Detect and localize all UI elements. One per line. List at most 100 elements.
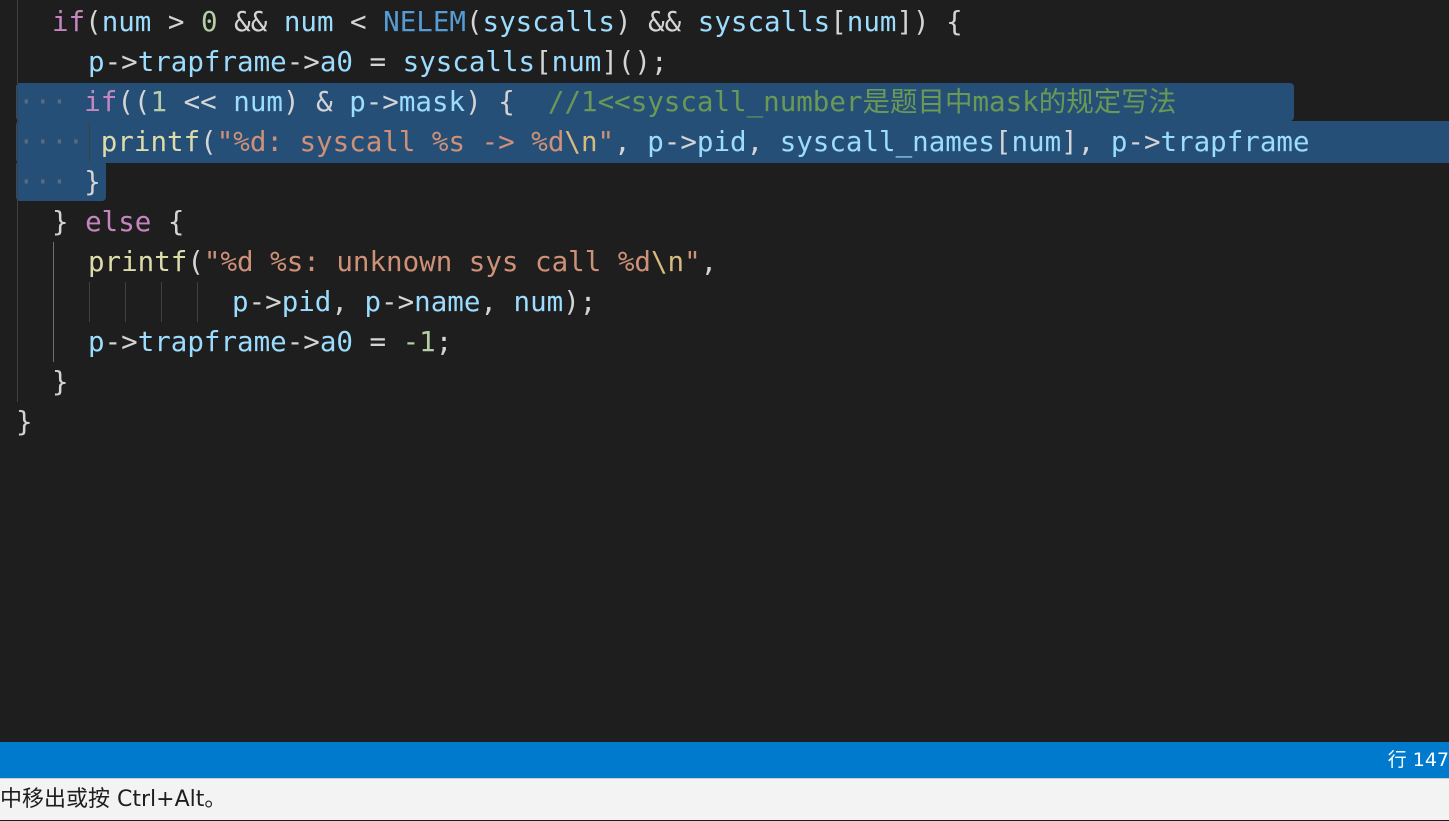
code-token: num [101, 6, 152, 38]
code-token: printf [100, 126, 201, 158]
code-token: syscalls [402, 46, 536, 78]
code-string: " [597, 126, 615, 158]
indent-guide [161, 282, 162, 322]
code-line[interactable]: } else { [52, 202, 184, 242]
code-line[interactable]: p->pid, p->name, num); [232, 282, 596, 322]
code-token: else [85, 206, 152, 238]
hint-text: 中移出或按 Ctrl+Alt。 [0, 787, 227, 812]
code-token: ( [85, 6, 102, 38]
code-token: -> [286, 46, 320, 78]
code-token: } [52, 206, 86, 238]
code-token: > [151, 6, 202, 38]
code-token: , [614, 126, 648, 158]
code-token: syscall_names [779, 126, 995, 158]
code-token: ], [1061, 126, 1111, 158]
code-token: [ [994, 126, 1012, 158]
code-token: printf [88, 246, 188, 278]
code-token: if [84, 86, 118, 118]
code-token: syscalls [482, 6, 615, 38]
status-bar: 行 147 [0, 742, 1449, 778]
code-token: -> [286, 326, 320, 358]
code-line[interactable]: p->trapframe->a0 = -1; [88, 322, 452, 362]
code-token: } [84, 166, 101, 198]
code-token: ](); [601, 46, 668, 78]
code-token: [ [535, 46, 552, 78]
code-token: num [551, 46, 602, 78]
code-token: num [1011, 126, 1062, 158]
code-token: num [846, 6, 897, 38]
code-token: trapframe [137, 326, 287, 358]
code-token: ) & [282, 86, 350, 118]
indent-guide [197, 282, 198, 322]
code-token: NELEM [383, 6, 466, 38]
cursor-position[interactable]: 行 147 [1388, 742, 1449, 778]
whitespace-marker: ··· [18, 86, 68, 118]
whitespace-marker: ···· [18, 126, 85, 158]
code-token: -> [663, 126, 697, 158]
code-token: \n [650, 246, 685, 278]
code-token: [ [830, 6, 847, 38]
code-token: ) { [465, 86, 548, 118]
code-token: -> [1127, 126, 1161, 158]
code-string: "%d: syscall %s -> %d [216, 126, 565, 158]
code-token: syscalls [697, 6, 831, 38]
code-token: mask [398, 86, 466, 118]
code-token: a0 [319, 46, 353, 78]
code-token: pid [696, 126, 747, 158]
code-token: < [333, 6, 384, 38]
code-token: p [647, 126, 664, 158]
code-token: name [414, 286, 481, 318]
whitespace-marker: ··· [18, 166, 68, 198]
code-token: -> [104, 326, 138, 358]
code-token: if [52, 6, 86, 38]
code-line[interactable]: ···· printf("%d: syscall %s -> %d\n", p-… [18, 122, 1310, 162]
code-token: ( [200, 126, 217, 158]
code-token: -1 [402, 326, 436, 358]
code-token: , [480, 286, 514, 318]
code-token: -> [248, 286, 282, 318]
code-string: " [684, 246, 701, 278]
code-token: p [88, 46, 105, 78]
code-token: -> [104, 46, 138, 78]
code-line[interactable]: } [52, 362, 69, 402]
code-token: p [1110, 126, 1128, 158]
indent-guide [125, 282, 126, 322]
code-token: -> [365, 86, 399, 118]
code-token: a0 [319, 326, 353, 358]
hint-bar: 中移出或按 Ctrl+Alt。 [0, 778, 1449, 820]
code-line[interactable]: ··· } [18, 162, 101, 202]
code-editor[interactable]: if(num > 0 && num < NELEM(syscalls) && s… [0, 0, 1449, 742]
code-token: \n [564, 126, 598, 158]
code-line[interactable]: p->trapframe->a0 = syscalls[num](); [88, 42, 668, 82]
code-token: && [217, 6, 284, 38]
code-token: = [352, 326, 403, 358]
code-token: , [700, 246, 718, 278]
code-token: p [232, 286, 249, 318]
code-token: << [167, 86, 234, 118]
code-token: 0 [201, 6, 218, 38]
code-token: ) && [614, 6, 698, 38]
code-line[interactable]: printf("%d %s: unknown sys call %d\n", [88, 242, 717, 282]
code-token: ]) { [896, 6, 963, 38]
code-line[interactable]: ··· if((1 << num) & p->mask) { //1<<sysc… [18, 82, 1176, 122]
code-token: } [16, 406, 33, 438]
code-token: ); [563, 286, 597, 318]
code-line[interactable]: if(num > 0 && num < NELEM(syscalls) && s… [52, 2, 963, 42]
code-token: num [233, 86, 283, 118]
code-line[interactable]: } [16, 402, 33, 442]
code-token: trapframe [1160, 126, 1310, 158]
code-comment: //1<<syscall_number是题目中mask的规定写法 [547, 86, 1177, 118]
code-token: , [331, 286, 365, 318]
code-token: p [349, 86, 366, 118]
code-token: = [352, 46, 403, 78]
code-token: ; [435, 326, 453, 358]
code-token: 1 [150, 86, 168, 118]
code-token: -> [381, 286, 415, 318]
code-token: num [283, 6, 334, 38]
code-token: ( [465, 6, 483, 38]
code-token: { [151, 206, 185, 238]
code-token: } [52, 366, 69, 398]
